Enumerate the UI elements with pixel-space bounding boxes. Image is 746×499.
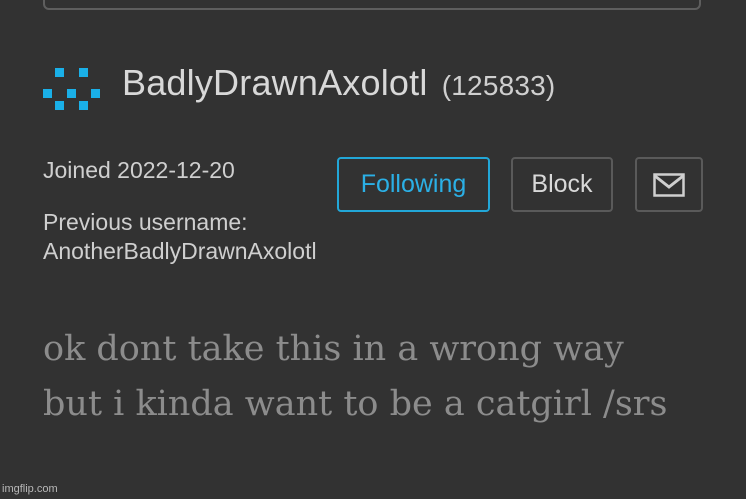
previous-username-label: Previous username: [43, 209, 248, 235]
message-button[interactable] [635, 157, 703, 212]
username-text: BadlyDrawnAxolotl [122, 62, 428, 103]
user-points: (125833) [441, 70, 556, 101]
pixel-avatar-icon [43, 68, 100, 110]
top-input-box[interactable] [43, 0, 701, 10]
mail-icon [653, 172, 685, 197]
block-button[interactable]: Block [511, 157, 613, 212]
imgflip-watermark: imgflip.com [2, 483, 58, 495]
profile-bio: ok dont take this in a wrong way but i k… [43, 329, 668, 424]
previous-username: AnotherBadlyDrawnAxolotl [43, 238, 317, 264]
joined-date: Joined 2022-12-20 [43, 157, 235, 183]
following-button[interactable]: Following [337, 157, 490, 212]
profile-username: BadlyDrawnAxolotl (125833) [122, 62, 555, 104]
